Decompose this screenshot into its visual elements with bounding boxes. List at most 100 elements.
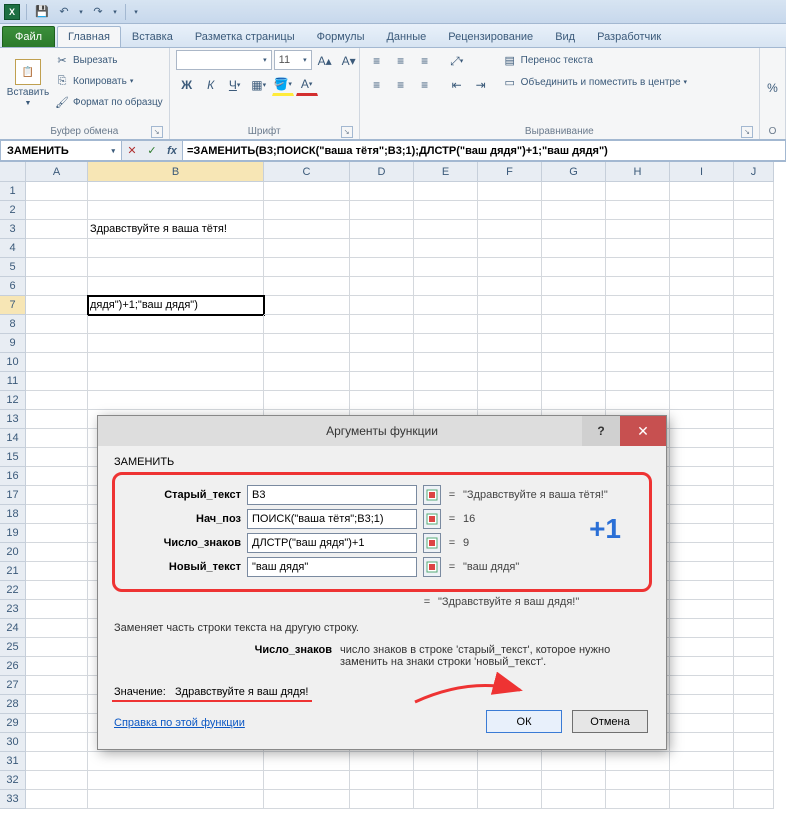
tab-главная[interactable]: Главная <box>57 26 121 47</box>
cell[interactable] <box>734 201 774 220</box>
align-bottom-icon[interactable]: ≡ <box>414 50 436 72</box>
cell[interactable] <box>26 752 88 771</box>
increase-indent-icon[interactable]: ⇥ <box>470 74 492 96</box>
cell[interactable] <box>414 372 478 391</box>
column-header[interactable]: G <box>542 162 606 182</box>
cell[interactable] <box>734 334 774 353</box>
cell[interactable] <box>264 182 350 201</box>
cell[interactable] <box>606 752 670 771</box>
cell[interactable] <box>606 258 670 277</box>
cancel-formula-button[interactable]: ✕ <box>122 144 142 157</box>
row-header[interactable]: 11 <box>0 372 26 391</box>
cell[interactable] <box>606 771 670 790</box>
enter-formula-button[interactable]: ✓ <box>142 144 162 157</box>
cell[interactable] <box>734 277 774 296</box>
cell[interactable] <box>670 334 734 353</box>
collapse-dialog-icon[interactable] <box>423 557 441 577</box>
cell[interactable] <box>670 429 734 448</box>
align-left-icon[interactable]: ≡ <box>366 74 388 96</box>
cell[interactable] <box>26 638 88 657</box>
cell[interactable] <box>670 258 734 277</box>
cell[interactable] <box>26 733 88 752</box>
file-tab[interactable]: Файл <box>2 26 55 47</box>
cell[interactable] <box>26 353 88 372</box>
cell[interactable] <box>542 752 606 771</box>
align-center-icon[interactable]: ≡ <box>390 74 412 96</box>
cell[interactable] <box>542 239 606 258</box>
cell[interactable] <box>350 182 414 201</box>
cell[interactable] <box>88 277 264 296</box>
cell[interactable] <box>734 752 774 771</box>
cell[interactable] <box>478 220 542 239</box>
cell[interactable] <box>670 391 734 410</box>
column-header[interactable]: J <box>734 162 774 182</box>
cell[interactable]: Здравствуйте я ваша тётя! <box>88 220 264 239</box>
cell[interactable] <box>478 201 542 220</box>
underline-button[interactable]: Ч▾ <box>224 74 246 96</box>
column-header[interactable]: C <box>264 162 350 182</box>
cell[interactable] <box>734 676 774 695</box>
cell[interactable] <box>88 771 264 790</box>
fill-color-button[interactable]: 🪣▾ <box>272 74 294 96</box>
qat-customize[interactable]: ▾ <box>132 3 140 21</box>
cell[interactable] <box>734 581 774 600</box>
column-header[interactable]: E <box>414 162 478 182</box>
cell[interactable] <box>670 714 734 733</box>
cell[interactable] <box>350 258 414 277</box>
column-header[interactable]: D <box>350 162 414 182</box>
cell[interactable] <box>26 600 88 619</box>
cell[interactable] <box>670 676 734 695</box>
row-header[interactable]: 21 <box>0 562 26 581</box>
cell[interactable] <box>264 296 350 315</box>
cell[interactable] <box>264 353 350 372</box>
orientation-icon[interactable]: ⤢▾ <box>446 50 468 72</box>
cell[interactable] <box>264 771 350 790</box>
tab-рецензирование[interactable]: Рецензирование <box>437 26 544 47</box>
cell[interactable] <box>26 543 88 562</box>
row-header[interactable]: 31 <box>0 752 26 771</box>
cell[interactable] <box>478 353 542 372</box>
cell[interactable] <box>542 258 606 277</box>
cell[interactable] <box>414 315 478 334</box>
cell[interactable] <box>542 315 606 334</box>
cell[interactable] <box>606 201 670 220</box>
cell[interactable] <box>88 391 264 410</box>
cell[interactable] <box>670 448 734 467</box>
cell[interactable] <box>478 315 542 334</box>
cell[interactable] <box>88 752 264 771</box>
cell[interactable] <box>26 334 88 353</box>
cell[interactable] <box>734 733 774 752</box>
dialog-launcher-icon[interactable]: ↘ <box>741 126 753 138</box>
row-header[interactable]: 14 <box>0 429 26 448</box>
row-header[interactable]: 5 <box>0 258 26 277</box>
cell[interactable] <box>734 486 774 505</box>
ok-button[interactable]: ОК <box>486 710 562 733</box>
name-box[interactable]: ЗАМЕНИТЬ ▾ <box>0 140 122 161</box>
cell[interactable] <box>734 353 774 372</box>
cell[interactable] <box>670 220 734 239</box>
cell[interactable] <box>414 239 478 258</box>
cell[interactable] <box>670 296 734 315</box>
row-header[interactable]: 15 <box>0 448 26 467</box>
cancel-button[interactable]: Отмена <box>572 710 648 733</box>
column-header[interactable]: F <box>478 162 542 182</box>
cell[interactable] <box>670 239 734 258</box>
italic-button[interactable]: К <box>200 74 222 96</box>
cell[interactable] <box>264 201 350 220</box>
cell[interactable] <box>606 315 670 334</box>
cell[interactable] <box>350 372 414 391</box>
row-header[interactable]: 30 <box>0 733 26 752</box>
dialog-titlebar[interactable]: Аргументы функции ? ✕ <box>98 416 666 446</box>
row-header[interactable]: 8 <box>0 315 26 334</box>
cell[interactable] <box>606 296 670 315</box>
align-middle-icon[interactable]: ≡ <box>390 50 412 72</box>
fx-button[interactable]: fx <box>162 145 182 157</box>
cell[interactable] <box>26 258 88 277</box>
cell[interactable] <box>542 353 606 372</box>
cell[interactable] <box>734 429 774 448</box>
row-header[interactable]: 24 <box>0 619 26 638</box>
cell[interactable] <box>542 182 606 201</box>
cell[interactable] <box>264 790 350 809</box>
cell[interactable] <box>26 524 88 543</box>
cell[interactable] <box>26 581 88 600</box>
